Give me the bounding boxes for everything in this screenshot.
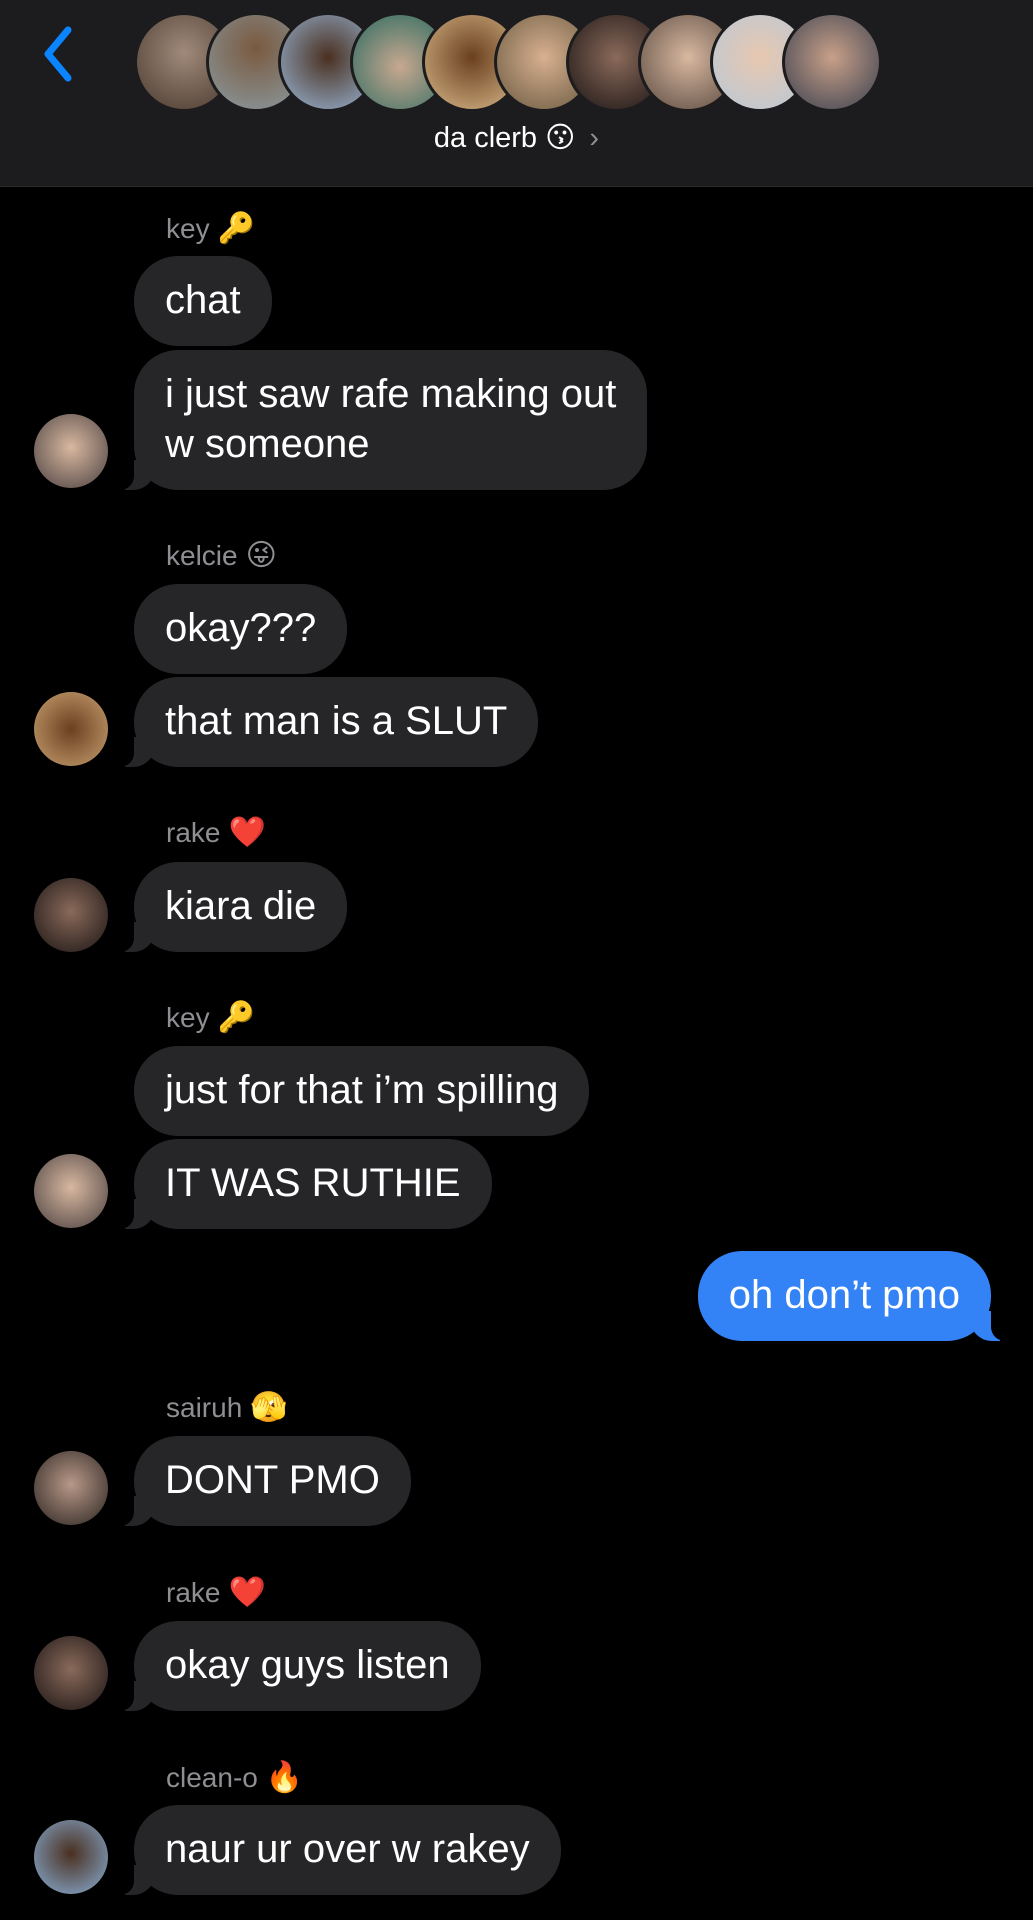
back-chevron-icon[interactable] <box>38 22 82 86</box>
sender-name: sairuh <box>166 1392 243 1423</box>
sender-name: clean-o <box>166 1762 258 1793</box>
sender-label: sairuh 🫣 <box>166 1390 288 1425</box>
sender-avatar[interactable] <box>34 1451 108 1525</box>
chevron-right-icon: › <box>589 122 600 154</box>
sender-name: kelcie <box>166 540 238 571</box>
message-bubble[interactable]: i just saw rafe making out w someone <box>109 350 648 490</box>
chat-header: da clerb 😗 › <box>0 0 1033 187</box>
sender-avatar[interactable] <box>34 1820 108 1894</box>
sender-avatar[interactable] <box>34 1636 108 1710</box>
sender-name: key <box>166 213 210 244</box>
sender-label: rake ❤️ <box>166 1575 266 1610</box>
key-emoji: 🔑 <box>217 1000 255 1035</box>
message-bubble[interactable]: IT WAS RUTHIE <box>110 1139 492 1229</box>
sender-label: clean-o 🔥 <box>166 1760 303 1795</box>
sender-label: key 🔑 <box>166 211 255 246</box>
message-bubble[interactable]: okay guys listen <box>110 1621 481 1711</box>
winking-tongue-emoji: 😜 <box>245 538 277 573</box>
sender-label: key 🔑 <box>166 1000 255 1035</box>
group-name-text: da clerb <box>433 122 538 154</box>
my-message-bubble[interactable]: oh don’t pmo <box>697 1251 1016 1341</box>
key-emoji: 🔑 <box>217 211 255 246</box>
sender-avatar[interactable] <box>34 878 108 952</box>
sender-name: rake <box>166 1577 221 1608</box>
message-bubble[interactable]: chat <box>134 256 272 346</box>
message-bubble[interactable]: naur ur over w rakey <box>110 1805 561 1895</box>
sender-name: rake <box>166 817 221 848</box>
message-bubble[interactable]: DONT PMO <box>110 1436 411 1526</box>
sender-label: kelcie 😜 <box>166 538 277 573</box>
group-title[interactable]: da clerb 😗 › <box>0 120 1033 155</box>
message-bubble[interactable]: just for that i’m spilling <box>134 1046 590 1136</box>
message-bubble[interactable]: okay??? <box>134 584 348 674</box>
sender-avatar[interactable] <box>34 692 108 766</box>
group-avatars[interactable] <box>134 12 904 112</box>
fire-emoji: 🔥 <box>265 1760 304 1795</box>
kissing-face-emoji: 😗 <box>545 120 576 154</box>
red-heart-emoji: ❤️ <box>228 815 266 850</box>
sender-avatar[interactable] <box>34 414 108 488</box>
sender-label: rake ❤️ <box>166 815 266 850</box>
member-avatar <box>782 12 882 112</box>
message-bubble[interactable]: kiara die <box>109 862 348 952</box>
red-heart-emoji: ❤️ <box>228 1575 266 1610</box>
sender-name: key <box>166 1002 210 1033</box>
message-bubble[interactable]: that man is a SLUT <box>109 677 539 767</box>
peeking-face-emoji: 🫣 <box>250 1390 288 1425</box>
sender-avatar[interactable] <box>34 1154 108 1228</box>
